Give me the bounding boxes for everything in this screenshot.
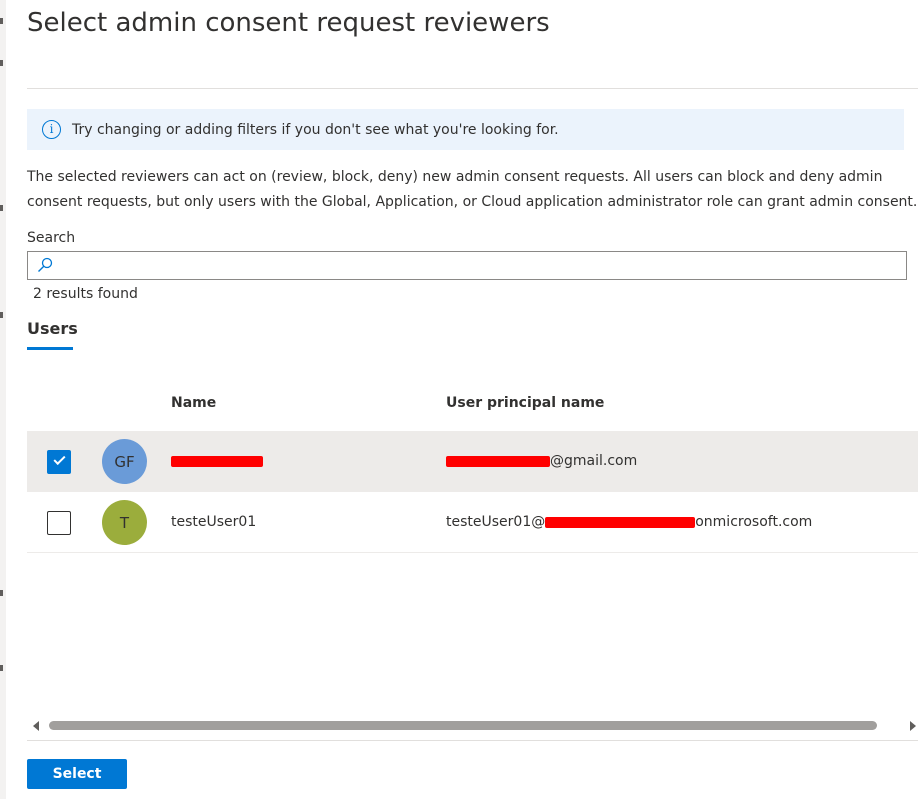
reviewers-description: The selected reviewers can act on (revie… bbox=[27, 169, 918, 210]
horizontal-scrollbar[interactable] bbox=[27, 717, 918, 734]
edge-mark bbox=[0, 312, 3, 318]
title-divider bbox=[27, 88, 918, 89]
info-message-bar: i Try changing or adding filters if you … bbox=[27, 109, 904, 150]
redaction-mark bbox=[171, 455, 263, 467]
column-header-upn[interactable]: User principal name bbox=[446, 395, 604, 411]
table-row[interactable]: GF @gmail.com bbox=[27, 431, 918, 492]
select-button[interactable]: Select bbox=[27, 759, 127, 789]
panel-title: Select admin consent request reviewers bbox=[27, 8, 550, 38]
redaction-mark bbox=[545, 516, 696, 528]
info-icon: i bbox=[42, 120, 61, 139]
search-icon bbox=[38, 257, 53, 272]
results-count: 2 results found bbox=[33, 286, 138, 302]
user-principal-name: testeUser01@ onmicrosoft.com bbox=[446, 514, 813, 530]
avatar: GF bbox=[102, 439, 147, 484]
user-principal-name: @gmail.com bbox=[446, 453, 637, 469]
tab-active-indicator bbox=[27, 347, 73, 350]
edge-mark bbox=[0, 18, 3, 24]
user-name bbox=[171, 453, 263, 469]
user-name: testeUser01 bbox=[171, 514, 257, 530]
search-input[interactable] bbox=[60, 252, 900, 279]
table-row[interactable]: T testeUser01 testeUser01@ onmicrosoft.co… bbox=[27, 492, 918, 553]
scroll-left-icon[interactable] bbox=[33, 721, 39, 731]
edge-mark bbox=[0, 60, 3, 66]
left-background-edge bbox=[0, 0, 6, 799]
checkmark-icon bbox=[53, 452, 66, 466]
tab-users[interactable]: Users bbox=[27, 319, 78, 338]
scroll-right-icon[interactable] bbox=[910, 721, 916, 731]
redaction-mark bbox=[446, 455, 550, 467]
column-header-name[interactable]: Name bbox=[171, 395, 216, 411]
search-box[interactable] bbox=[27, 251, 907, 280]
edge-mark bbox=[0, 590, 3, 596]
footer-divider bbox=[27, 740, 918, 741]
avatar: T bbox=[102, 500, 147, 545]
scrollbar-thumb[interactable] bbox=[49, 721, 877, 730]
row-checkbox[interactable] bbox=[47, 511, 71, 535]
search-label: Search bbox=[27, 230, 76, 246]
row-checkbox[interactable] bbox=[47, 450, 71, 474]
edge-mark bbox=[0, 665, 3, 671]
edge-mark bbox=[0, 205, 3, 211]
info-message-text: Try changing or adding filters if you do… bbox=[72, 121, 559, 138]
